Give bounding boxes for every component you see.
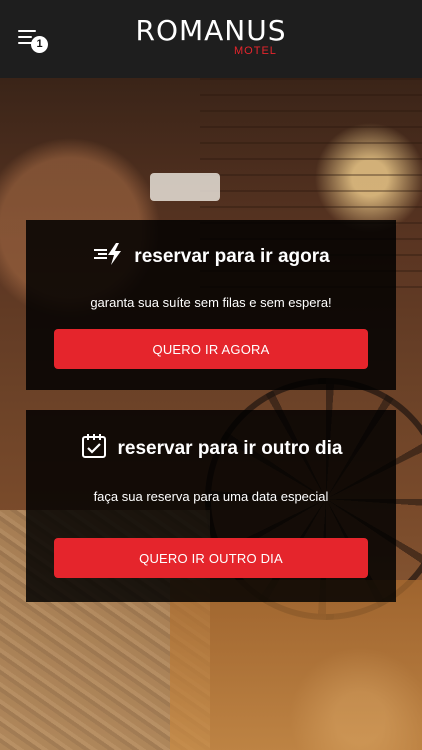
card-description: garanta sua suíte sem filas e sem espera…	[90, 295, 332, 310]
brand-name: ROMANUS	[135, 14, 287, 47]
reserve-now-card: reservar para ir agora garanta sua suíte…	[26, 220, 396, 390]
card-title-row: reservar para ir outro dia	[26, 432, 396, 465]
card-description: faça sua reserva para uma data especial	[93, 489, 329, 504]
go-now-button[interactable]: QUERO IR AGORA	[54, 329, 368, 369]
calendar-check-icon	[80, 432, 108, 465]
air-conditioner	[150, 173, 220, 201]
lightning-speed-icon	[92, 242, 124, 271]
app-header: 1 ROMANUS MOTEL	[0, 0, 422, 78]
reserve-other-day-card: reservar para ir outro dia faça sua rese…	[26, 410, 396, 602]
wood-floor	[170, 580, 422, 750]
brand-subtitle: MOTEL	[234, 45, 277, 57]
go-other-day-button[interactable]: QUERO IR OUTRO DIA	[54, 538, 368, 578]
card-title: reservar para ir outro dia	[117, 437, 343, 459]
card-title: reservar para ir agora	[134, 245, 330, 267]
card-title-row: reservar para ir agora	[26, 242, 396, 271]
brand-logo: ROMANUS MOTEL	[0, 14, 422, 58]
